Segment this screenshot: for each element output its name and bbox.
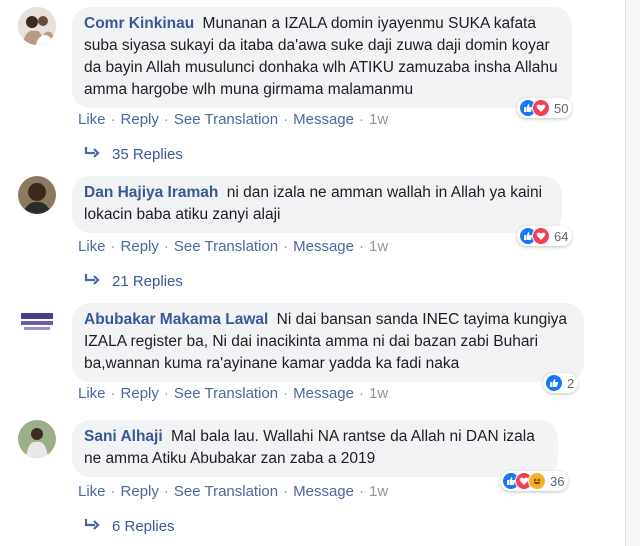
reaction-count: 36: [550, 473, 565, 489]
reaction-summary[interactable]: 64: [517, 226, 573, 246]
like-button[interactable]: Like: [78, 483, 106, 500]
message-button[interactable]: Message: [293, 238, 354, 255]
see-translation-link[interactable]: See Translation: [174, 111, 278, 128]
view-replies-link[interactable]: 35 Replies: [84, 146, 183, 163]
comment-actions: Like · Reply · See Translation · Message · 1w: [78, 111, 389, 128]
reply-arrow-icon: [84, 518, 102, 535]
comment-actions: Like · Reply · See Translation · Message · 1w: [78, 385, 389, 402]
avatar[interactable]: [18, 303, 56, 341]
reply-button[interactable]: Reply: [121, 111, 159, 128]
comment-bubble: Comr Kinkinau Munanan a IZALA domin iyay…: [72, 7, 572, 108]
comment-timestamp[interactable]: 1w: [369, 385, 388, 402]
haha-icon: [528, 472, 546, 490]
view-replies-link[interactable]: 6 Replies: [84, 518, 175, 535]
comment-bubble: Sani Alhaji Mal bala lau. Wallahi NA ran…: [72, 420, 558, 477]
reaction-summary[interactable]: 36: [500, 471, 569, 491]
replies-count[interactable]: 6 Replies: [112, 518, 175, 535]
like-button[interactable]: Like: [78, 385, 106, 402]
message-button[interactable]: Message: [293, 385, 354, 402]
comment-author[interactable]: Dan Hajiya Iramah: [84, 184, 218, 201]
love-icon: [532, 99, 550, 117]
avatar[interactable]: [18, 7, 56, 45]
comment-timestamp[interactable]: 1w: [369, 483, 388, 500]
see-translation-link[interactable]: See Translation: [174, 483, 278, 500]
like-button[interactable]: Like: [78, 111, 106, 128]
avatar[interactable]: [18, 420, 56, 458]
comment-bubble: Abubakar Makama Lawal Ni dai bansan sand…: [72, 303, 584, 382]
love-icon: [532, 227, 550, 245]
comment-actions: Like · Reply · See Translation · Message · 1w: [78, 238, 389, 255]
see-translation-link[interactable]: See Translation: [174, 238, 278, 255]
reply-arrow-icon: [84, 273, 102, 290]
replies-count[interactable]: 21 Replies: [112, 273, 183, 290]
comment-author[interactable]: Abubakar Makama Lawal: [84, 311, 268, 328]
reaction-summary[interactable]: 2: [543, 373, 579, 393]
reaction-count: 2: [567, 375, 575, 391]
reaction-count: 50: [554, 100, 569, 116]
reaction-count: 64: [554, 228, 569, 244]
reply-arrow-icon: [84, 146, 102, 163]
comment-author[interactable]: Comr Kinkinau: [84, 15, 194, 32]
message-button[interactable]: Message: [293, 483, 354, 500]
comment-bubble: Dan Hajiya Iramah ni dan izala ne amman …: [72, 176, 562, 233]
reply-button[interactable]: Reply: [121, 483, 159, 500]
comment-author[interactable]: Sani Alhaji: [84, 428, 163, 445]
page-edge: [625, 0, 640, 546]
avatar[interactable]: [18, 176, 56, 214]
comment-actions: Like · Reply · See Translation · Message · 1w: [78, 483, 389, 500]
comment-timestamp[interactable]: 1w: [369, 111, 388, 128]
like-icon: [545, 374, 563, 392]
reply-button[interactable]: Reply: [121, 238, 159, 255]
comment-timestamp[interactable]: 1w: [369, 238, 388, 255]
see-translation-link[interactable]: See Translation: [174, 385, 278, 402]
like-button[interactable]: Like: [78, 238, 106, 255]
reaction-summary[interactable]: 50: [517, 98, 573, 118]
replies-count[interactable]: 35 Replies: [112, 146, 183, 163]
message-button[interactable]: Message: [293, 111, 354, 128]
reply-button[interactable]: Reply: [121, 385, 159, 402]
view-replies-link[interactable]: 21 Replies: [84, 273, 183, 290]
